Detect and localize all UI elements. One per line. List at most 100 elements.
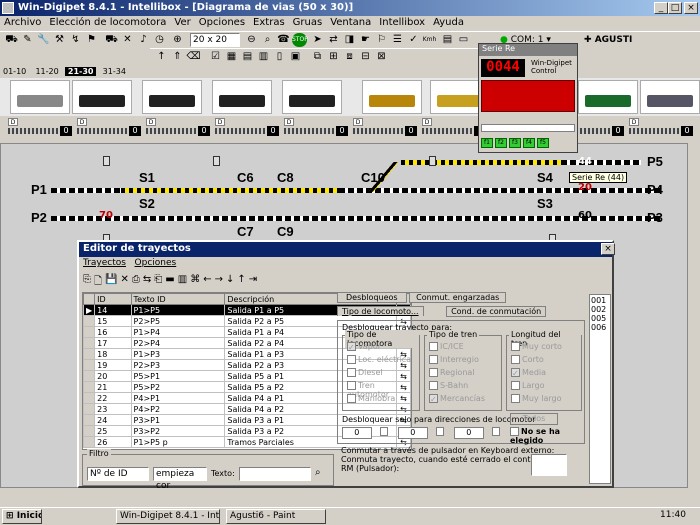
zoom-out-icon[interactable]: ⊖ [244,33,259,47]
speed-slider[interactable] [481,124,575,132]
menu-item[interactable]: Archivo [0,16,45,29]
flag-icon[interactable]: ⚐ [374,33,389,47]
checkbox[interactable] [511,355,520,364]
option-row[interactable]: Largo [511,381,562,394]
save-icon[interactable]: 💾 [105,274,117,290]
menu-item[interactable]: Gruas [289,16,327,29]
phone-icon[interactable]: ☎ [276,33,291,47]
checkbox[interactable] [429,381,438,390]
checkbox[interactable]: ✓ [511,368,520,378]
hand-icon[interactable]: ☛ [358,33,373,47]
option-row[interactable]: Muy largo [511,394,562,407]
not-chosen-checkbox[interactable] [510,427,519,436]
export-icon[interactable]: ⇥ [249,274,257,290]
zoom-in-icon[interactable]: ⊕ [170,33,185,47]
option-row[interactable]: Diesel [347,368,419,381]
tab-tipo-locomotora[interactable]: Tipo de locomoto... [337,306,424,316]
train-icon[interactable]: ⛟ [4,33,19,47]
checkbox[interactable] [347,394,356,403]
loco-image[interactable] [362,80,422,114]
table-icon[interactable]: ▤ [240,50,255,64]
function-button[interactable]: f5 [537,138,549,148]
tile-icon[interactable]: ⊞ [326,50,341,64]
signal-icon[interactable] [213,156,220,166]
clock-icon[interactable]: ◷ [152,33,167,47]
option-row[interactable]: Regional [429,368,485,381]
tools-icon[interactable]: ⚒ [52,33,67,47]
checkbox-icon[interactable]: ☑ [208,50,223,64]
up-double-icon[interactable]: ⇑ [170,50,185,64]
loco-speed-bar[interactable] [146,128,196,134]
up-arrow-icon[interactable]: ↑ [154,50,169,64]
signal-icon[interactable]: ⚑ [84,33,99,47]
check-icon[interactable]: ✓ [406,33,421,47]
checkbox[interactable] [429,342,438,351]
loco-stop-icon[interactable]: ✕ [120,33,135,47]
loco-direction-button[interactable]: D [353,118,363,126]
network-icon[interactable]: ⧉ [310,50,325,64]
list-icon[interactable]: ☰ [390,33,405,47]
checkbox[interactable]: ✓ [347,342,356,352]
signal-icon[interactable] [103,156,110,166]
loco-speed-bar[interactable] [629,128,679,134]
option-row[interactable]: Tren automotor [347,381,419,399]
loco-direction-button[interactable]: D [77,118,87,126]
direction-field[interactable]: 0 [342,427,372,439]
option-row[interactable]: Muy corto [511,342,562,355]
tab-01-10[interactable]: 01-10 [0,67,29,76]
down-arrow-icon[interactable]: ↓ [226,274,234,290]
edit-route-icon[interactable]: ▥ [178,274,187,290]
contact-input[interactable] [531,454,567,476]
loco-direction-button[interactable]: D [8,118,18,126]
direction-field[interactable]: 0 [454,427,484,439]
list-item[interactable]: 002 [591,305,609,314]
loco-image[interactable] [10,80,70,114]
binoculars-icon[interactable]: ⌕ [315,467,321,478]
sound-icon[interactable]: ♪ [136,33,151,47]
function-button[interactable]: f4 [523,138,535,148]
option-row[interactable]: Corto [511,355,562,368]
loco-speed-bar[interactable] [215,128,265,134]
menu-item[interactable]: Ayuda [429,16,468,29]
loco-speed-bar[interactable] [284,128,334,134]
copy-icon[interactable]: ⎗ [154,274,162,290]
throttle-window[interactable]: Serie Re 0044 Win-Digipet Control f1 f2 f3 f… [478,43,578,153]
macro-icon[interactable]: ⌘ [190,274,200,290]
col-text-id[interactable]: Texto ID [130,293,226,305]
filter-mode-select[interactable]: empieza cor [153,467,207,491]
tab-11-20[interactable]: 11-20 [32,67,61,76]
option-row[interactable]: IC/ICE [429,342,485,355]
list-item[interactable]: 005 [591,314,609,323]
direction-field[interactable]: 0 [398,427,428,439]
option-row[interactable]: ✓ Vapor [347,342,419,355]
database-icon[interactable]: ▤ [440,33,455,47]
arrow-icon[interactable]: ➤ [310,33,325,47]
menu-item[interactable]: Elección de locomotora [45,16,170,29]
tab-31-34[interactable]: 31-34 [100,67,129,76]
loco-speed-bar[interactable] [8,128,58,134]
user-badge[interactable]: ✚ AGUSTI [584,33,632,47]
cascade-icon[interactable]: ⧈ [342,50,357,64]
delete-icon[interactable]: ✕ [121,274,129,290]
tab-cond-conmutacion[interactable]: Cond. de conmutación [446,306,547,317]
loco-image[interactable] [640,80,700,114]
route-edit-icon[interactable]: ⇄ [326,33,341,47]
direction-checkbox[interactable] [435,427,444,436]
tab-desbloqueos[interactable]: Desbloqueos [337,292,407,303]
option-row[interactable]: ✓ Media [511,368,562,381]
loco-direction-button[interactable]: D [629,118,639,126]
filter-field-select[interactable]: Nº de ID [87,467,149,481]
loco-image[interactable] [212,80,272,114]
checkbox[interactable] [429,368,438,377]
arrange-icon[interactable]: ⊟ [358,50,373,64]
id-list[interactable]: 001 002 005 006 [589,294,611,484]
menu-item[interactable]: Intellibox [375,16,429,29]
menu-item[interactable]: Extras [249,16,289,29]
search-icon[interactable]: ⌕ [260,33,275,47]
window-list-icon[interactable]: ⊠ [374,50,389,64]
function-button[interactable]: f2 [495,138,507,148]
checkbox[interactable] [347,355,356,364]
function-button[interactable]: f1 [481,138,493,148]
function-button[interactable]: f3 [509,138,521,148]
menu-item[interactable]: Ventana [326,16,375,29]
